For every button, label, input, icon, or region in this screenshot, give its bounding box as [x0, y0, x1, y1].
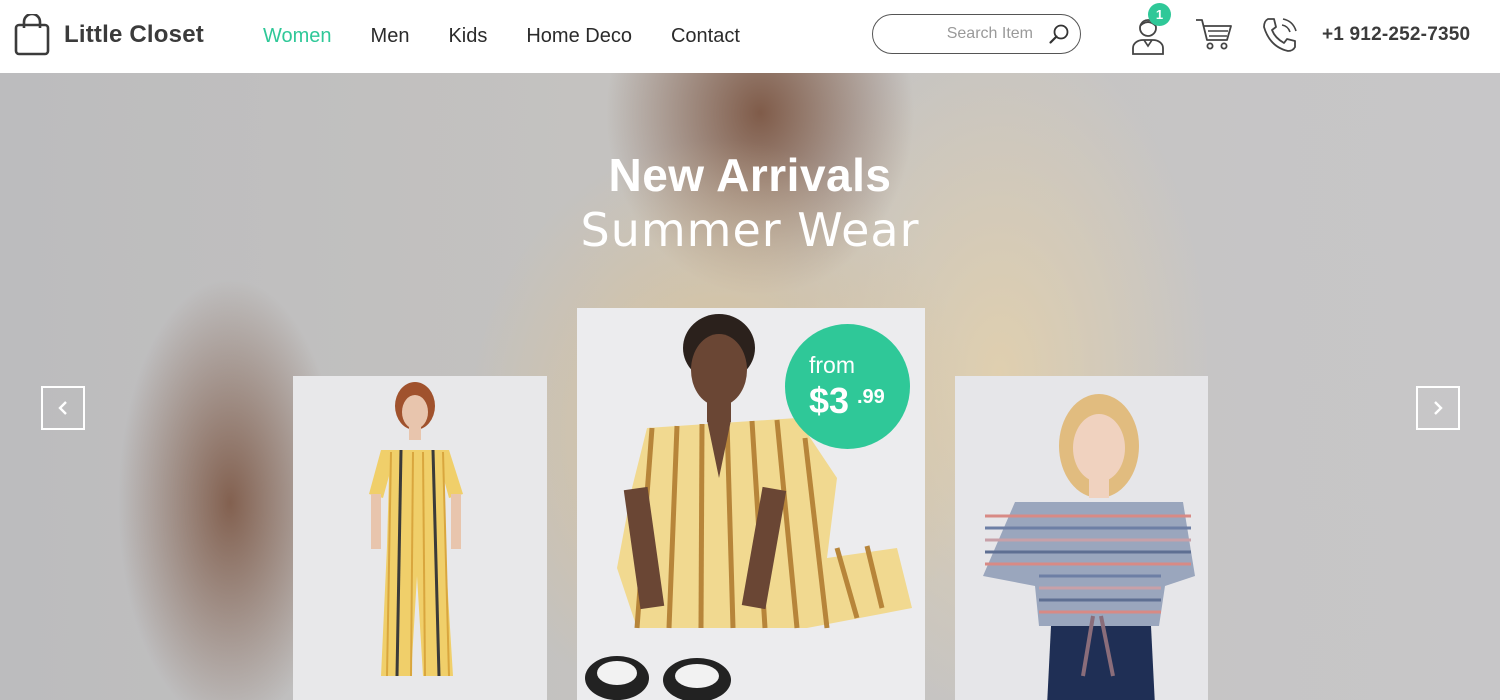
cart-icon[interactable] [1194, 16, 1234, 52]
hero-banner: New Arrivals Summer Wear [0, 73, 1500, 700]
chevron-right-icon [1434, 401, 1443, 415]
nav-item-women[interactable]: Women [263, 25, 332, 48]
price-prefix: from [809, 352, 855, 378]
shopping-bag-icon [14, 14, 50, 56]
price-badge: from $3 .99 [785, 324, 910, 449]
nav-item-men[interactable]: Men [371, 25, 410, 48]
search-icon[interactable] [1048, 23, 1070, 45]
nav-item-contact[interactable]: Contact [671, 25, 740, 48]
slider-next-button[interactable] [1416, 386, 1460, 430]
product-image-striped-set [293, 376, 547, 700]
product-card-left[interactable] [293, 376, 547, 700]
brand-logo[interactable]: Little Closet [14, 14, 204, 56]
price-amount: $3 [809, 380, 850, 421]
price-cents: .99 [857, 386, 885, 408]
chevron-left-icon [58, 401, 67, 415]
search-box [872, 14, 1081, 54]
account-badge: 1 [1148, 3, 1171, 26]
phone-number[interactable]: +1 912-252-7350 [1322, 24, 1470, 46]
brand-name: Little Closet [64, 21, 204, 48]
phone-icon[interactable] [1260, 15, 1300, 55]
main-nav: Women Men Kids Home Deco Contact [263, 0, 779, 73]
product-card-right[interactable] [955, 376, 1208, 700]
search-input[interactable] [887, 21, 1037, 47]
slider-prev-button[interactable] [41, 386, 85, 430]
nav-item-home-deco[interactable]: Home Deco [526, 25, 632, 48]
hero-title: New Arrivals [608, 149, 892, 201]
hero-subtitle: Summer Wear [580, 203, 920, 257]
product-image-striped-top [955, 376, 1208, 700]
site-header: Little Closet Women Men Kids Home Deco C… [0, 0, 1500, 73]
nav-item-kids[interactable]: Kids [448, 25, 487, 48]
